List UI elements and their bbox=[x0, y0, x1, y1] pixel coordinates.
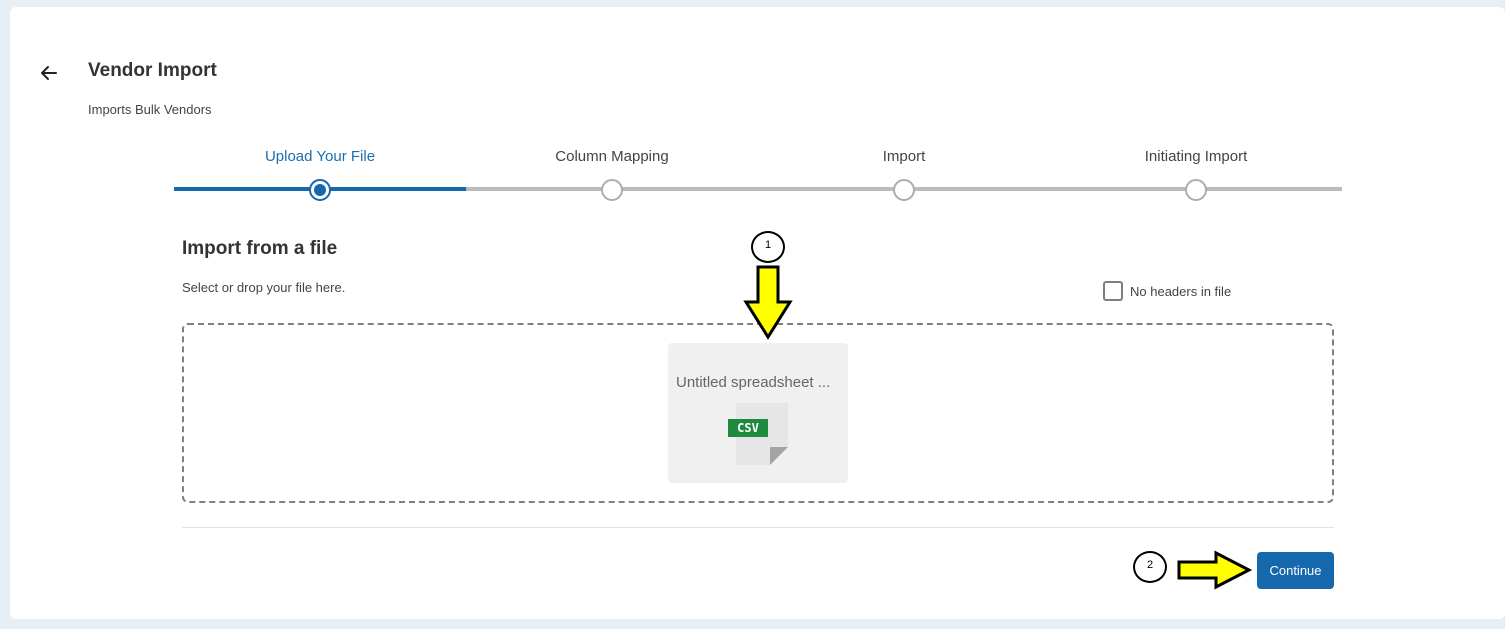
file-name: Untitled spreadsheet ... bbox=[676, 374, 831, 391]
page-title: Vendor Import bbox=[88, 60, 217, 81]
upload-hint: Select or drop your file here. bbox=[182, 280, 346, 295]
down-arrow-annotation-icon bbox=[743, 265, 793, 340]
step-column-mapping-label[interactable]: Column Mapping bbox=[555, 148, 668, 165]
step-import-label[interactable]: Import bbox=[883, 148, 926, 165]
callout-2: 2 bbox=[1133, 551, 1167, 583]
no-headers-checkbox[interactable]: No headers in file bbox=[1103, 281, 1231, 301]
uploaded-file-tile[interactable]: Untitled spreadsheet ... CSV bbox=[668, 343, 848, 483]
csv-badge: CSV bbox=[728, 419, 768, 437]
step-initiating-import-label[interactable]: Initiating Import bbox=[1145, 148, 1248, 165]
step-initiating-import-dot[interactable] bbox=[1185, 179, 1207, 201]
checkbox-box[interactable] bbox=[1103, 281, 1123, 301]
step-upload-dot[interactable] bbox=[309, 179, 331, 201]
continue-button[interactable]: Continue bbox=[1257, 552, 1334, 589]
back-arrow-icon[interactable] bbox=[38, 62, 60, 84]
step-import-dot[interactable] bbox=[893, 179, 915, 201]
no-headers-label: No headers in file bbox=[1130, 283, 1232, 299]
right-arrow-annotation-icon bbox=[1177, 550, 1252, 590]
section-title: Import from a file bbox=[182, 238, 338, 259]
callout-1: 1 bbox=[751, 231, 785, 263]
step-upload-label[interactable]: Upload Your File bbox=[265, 148, 375, 165]
footer-divider bbox=[182, 527, 1334, 528]
step-column-mapping-dot[interactable] bbox=[601, 179, 623, 201]
page-subtitle: Imports Bulk Vendors bbox=[88, 102, 212, 117]
